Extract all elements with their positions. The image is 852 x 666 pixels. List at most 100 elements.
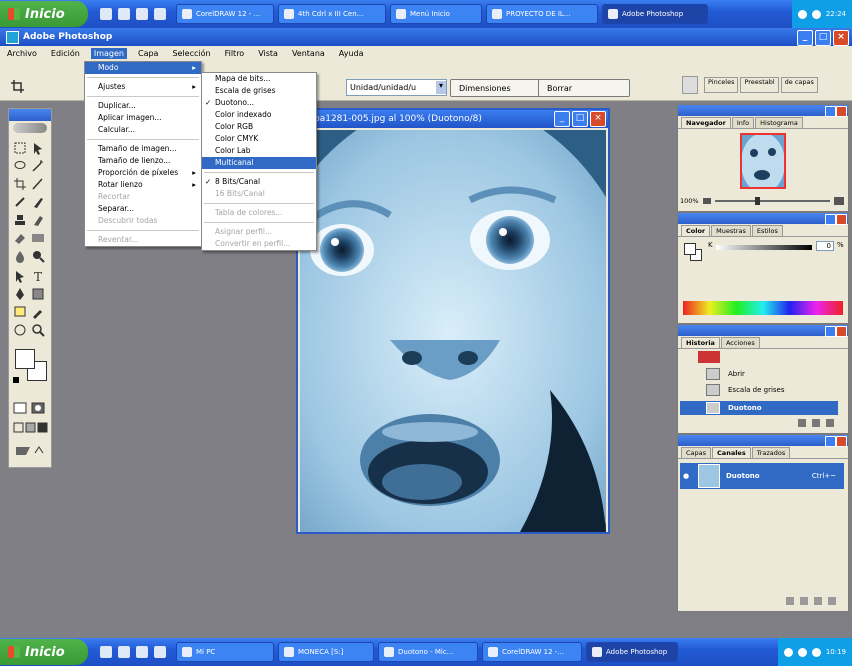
menu-item-16-bits[interactable]: 16 Bits/Canal: [202, 188, 316, 200]
palette-close-button[interactable]: [836, 436, 847, 447]
network-icon[interactable]: [783, 647, 793, 657]
menu-item-modo[interactable]: Modo ▸: [85, 62, 201, 74]
menu-item-descubrir-todas[interactable]: Descubrir todas: [85, 215, 201, 227]
tab-acciones[interactable]: Acciones: [720, 337, 760, 348]
k-value-field[interactable]: 0: [816, 241, 834, 251]
menu-item-duplicar[interactable]: Duplicar...: [85, 100, 201, 112]
menu-item-proporcion-pixeles[interactable]: Proporción de píxeles ▸: [85, 167, 201, 179]
tab-color[interactable]: Color: [681, 225, 711, 236]
dodge-icon[interactable]: [31, 249, 45, 263]
gradient-icon[interactable]: [31, 231, 45, 245]
eyedropper-icon[interactable]: [31, 305, 45, 319]
zoom-slider[interactable]: [714, 197, 830, 205]
menu-item-separar[interactable]: Separar...: [85, 203, 201, 215]
maximize-button[interactable]: □: [815, 30, 831, 46]
marquee-tool-icon[interactable]: [13, 141, 27, 155]
crop-icon[interactable]: [13, 177, 27, 191]
menu-item-mapa-de-bits[interactable]: Mapa de bits...: [202, 73, 316, 85]
quickmask-mode-icon[interactable]: [31, 401, 45, 415]
standard-mode-icon[interactable]: [13, 401, 27, 415]
close-button[interactable]: ×: [833, 30, 849, 46]
eye-icon[interactable]: ●: [680, 472, 692, 480]
k-slider[interactable]: [716, 245, 812, 250]
task-proyecto[interactable]: PROYECTO DE IL...: [486, 4, 598, 24]
dimensiones-button[interactable]: Dimensiones: [450, 79, 548, 97]
zoom-value[interactable]: 100%: [680, 197, 699, 205]
menu-item-tabla-colores[interactable]: Tabla de colores...: [202, 207, 316, 219]
volume-icon[interactable]: [811, 9, 821, 19]
menu-seleccion[interactable]: Selección: [169, 48, 213, 59]
start-button-bottom[interactable]: Inicio: [0, 639, 88, 665]
media-icon[interactable]: [136, 8, 148, 20]
brush-icon[interactable]: [31, 195, 45, 209]
palette-minimize-button[interactable]: [825, 326, 836, 337]
menu-item-recortar[interactable]: Recortar: [85, 191, 201, 203]
path-selection-icon[interactable]: [13, 269, 27, 283]
delete-channel-icon[interactable]: [828, 597, 836, 605]
trash-icon[interactable]: [826, 419, 834, 427]
type-tool-icon[interactable]: T: [31, 269, 45, 284]
menu-ayuda[interactable]: Ayuda: [336, 48, 367, 59]
minimize-button[interactable]: _: [797, 30, 813, 46]
menu-vista[interactable]: Vista: [255, 48, 281, 59]
palette-minimize-button[interactable]: [825, 436, 836, 447]
browser-icon[interactable]: [118, 8, 130, 20]
zoom-out-icon[interactable]: [702, 198, 711, 204]
tab-capas-estilos[interactable]: de capas: [780, 77, 818, 93]
explorer-icon[interactable]: [154, 8, 166, 20]
tab-pinceles[interactable]: Pinceles: [704, 77, 739, 93]
screen-mode-icons[interactable]: [13, 421, 49, 435]
healing-brush-icon[interactable]: [13, 195, 27, 209]
stamp-icon[interactable]: [13, 213, 27, 227]
menu-item-ajustes[interactable]: Ajustes ▸: [85, 81, 201, 93]
task-moneca[interactable]: MONECA [S:]: [278, 642, 374, 662]
history-item-active[interactable]: Duotono: [680, 401, 838, 415]
menu-archivo[interactable]: Archivo: [4, 48, 40, 59]
history-snapshot[interactable]: [698, 351, 720, 363]
history-brush-icon[interactable]: [31, 213, 45, 227]
menu-item-tamano-lienzo[interactable]: Tamaño de lienzo...: [85, 155, 201, 167]
task-photoshop[interactable]: Adobe Photoshop: [602, 4, 708, 24]
menu-edicion[interactable]: Edición: [48, 48, 83, 59]
palette-minimize-button[interactable]: [825, 106, 836, 117]
zoom-in-icon[interactable]: [834, 197, 844, 205]
menu-item-8-bits[interactable]: ✓ 8 Bits/Canal: [202, 176, 316, 188]
image-minimize-button[interactable]: _: [554, 111, 570, 127]
image-canvas[interactable]: [300, 130, 606, 532]
menu-item-aplicar-imagen[interactable]: Aplicar imagen...: [85, 112, 201, 124]
color-ramp[interactable]: [683, 301, 843, 315]
menu-item-color-lab[interactable]: Color Lab: [202, 145, 316, 157]
security-icon[interactable]: [797, 647, 807, 657]
pen-tool-icon[interactable]: [13, 287, 27, 301]
menu-filtro[interactable]: Filtro: [222, 48, 248, 59]
task-coreldraw-bottom[interactable]: CorelDRAW 12 -...: [482, 642, 582, 662]
navigator-thumbnail[interactable]: [740, 133, 786, 189]
magic-wand-icon[interactable]: [31, 159, 45, 173]
explorer-icon[interactable]: [154, 646, 166, 658]
start-button[interactable]: Inicio: [0, 1, 88, 27]
desktop-icon[interactable]: [100, 8, 112, 20]
default-colors-icon[interactable]: [13, 377, 19, 383]
menu-item-color-indexado[interactable]: Color indexado: [202, 109, 316, 121]
menu-item-reventar[interactable]: Reventar...: [85, 234, 201, 246]
task-duotono-doc[interactable]: Duotono - Mic...: [378, 642, 478, 662]
network-icon[interactable]: [797, 9, 807, 19]
history-item[interactable]: Abrir: [680, 367, 838, 381]
imageready-icon[interactable]: [13, 443, 49, 457]
menu-item-calcular[interactable]: Calcular...: [85, 124, 201, 136]
desktop-icon[interactable]: [100, 646, 112, 658]
color-fg-swatch[interactable]: [684, 243, 696, 255]
palette-close-button[interactable]: [836, 106, 847, 117]
zoom-tool-icon[interactable]: [31, 323, 45, 337]
save-selection-icon[interactable]: [800, 597, 808, 605]
hand-tool-icon[interactable]: [13, 323, 27, 337]
tab-navegador[interactable]: Navegador: [681, 117, 731, 128]
history-item[interactable]: Escala de grises: [680, 383, 838, 397]
volume-icon[interactable]: [811, 647, 821, 657]
new-channel-icon[interactable]: [814, 597, 822, 605]
menu-item-tamano-imagen[interactable]: Tamaño de imagen...: [85, 143, 201, 155]
shape-tool-icon[interactable]: [31, 287, 45, 301]
task-coreldraw[interactable]: CorelDRAW 12 - ...: [176, 4, 274, 24]
new-document-icon[interactable]: [798, 419, 806, 427]
menu-item-color-rgb[interactable]: Color RGB: [202, 121, 316, 133]
